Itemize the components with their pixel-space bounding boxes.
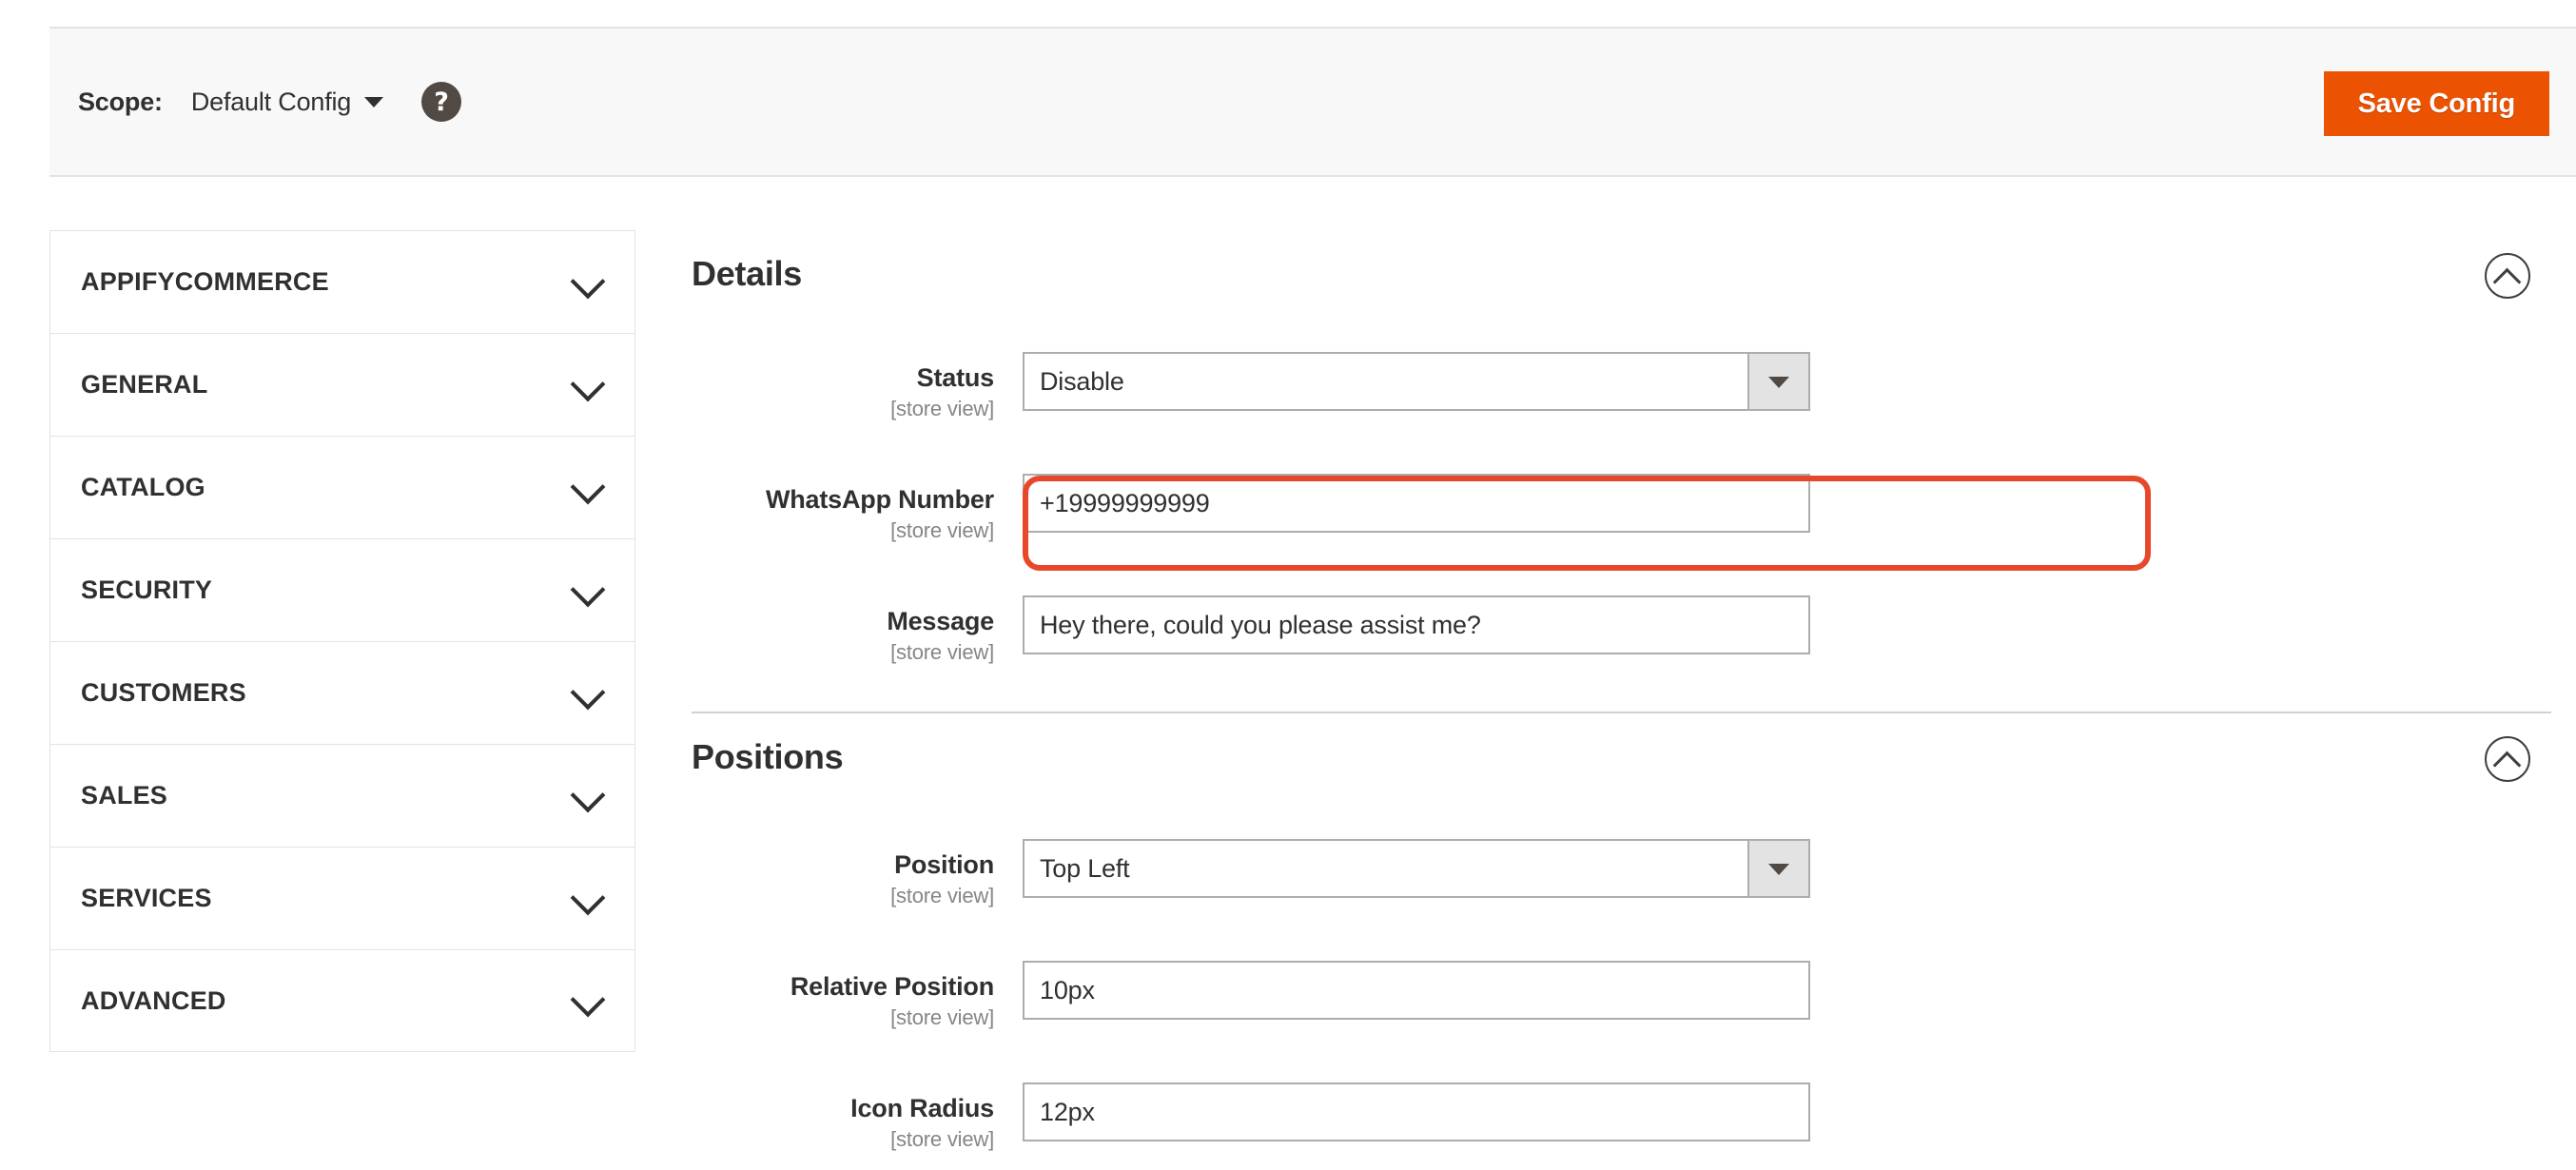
sidebar-item-security[interactable]: SECURITY: [49, 538, 635, 641]
help-icon[interactable]: ?: [421, 82, 462, 122]
section-details-header: Details: [692, 230, 2551, 318]
field-scope-note: [store view]: [890, 518, 994, 543]
field-scope-note: [store view]: [890, 884, 994, 908]
field-control: [1023, 961, 1810, 1020]
chevron-down-icon: [570, 469, 606, 504]
field-label-col: Icon Radius [store view]: [692, 1082, 1023, 1152]
field-scope-note: [store view]: [890, 1127, 994, 1152]
whatsapp-number-input[interactable]: [1023, 474, 1810, 533]
chevron-up-circle-icon[interactable]: [2485, 253, 2530, 299]
chevron-down-icon: [570, 366, 606, 401]
section-positions: Positions Position [store view] Top Left: [692, 713, 2551, 1170]
field-control: [1023, 474, 1810, 533]
config-nav-sidebar: APPIFYCOMMERCE GENERAL CATALOG SECURITY …: [49, 230, 635, 1052]
chevron-down-icon: [570, 880, 606, 915]
status-select[interactable]: Disable: [1023, 352, 1810, 411]
chevron-down-icon: [570, 263, 606, 299]
field-row-position: Position [store view] Top Left: [692, 839, 2551, 930]
sidebar-item-customers[interactable]: CUSTOMERS: [49, 641, 635, 744]
chevron-down-icon: [570, 777, 606, 812]
chevron-up-circle-icon[interactable]: [2485, 736, 2530, 782]
config-form: Details Status [store view] Disable What…: [692, 230, 2551, 1170]
sidebar-item-label: SECURITY: [81, 575, 213, 604]
sidebar-item-label: APPIFYCOMMERCE: [81, 267, 329, 296]
field-row-whatsapp-number: WhatsApp Number [store view]: [692, 474, 2551, 565]
chevron-down-icon: [570, 674, 606, 710]
chevron-down-icon: [570, 982, 606, 1018]
field-label: Icon Radius: [850, 1094, 994, 1122]
position-select-value[interactable]: Top Left: [1023, 839, 1810, 898]
relative-position-input[interactable]: [1023, 961, 1810, 1020]
sidebar-item-label: GENERAL: [81, 370, 208, 399]
field-label-col: WhatsApp Number [store view]: [692, 474, 1023, 543]
sidebar-item-general[interactable]: GENERAL: [49, 333, 635, 436]
scope-label: Scope:: [78, 87, 163, 116]
save-config-button[interactable]: Save Config: [2323, 71, 2549, 136]
scope-current-value[interactable]: Default Config: [191, 88, 351, 117]
field-scope-note: [store view]: [890, 640, 994, 665]
field-control: [1023, 595, 1810, 654]
message-input[interactable]: [1023, 595, 1810, 654]
field-label: Status: [916, 363, 995, 392]
field-label-col: Relative Position [store view]: [692, 961, 1023, 1030]
sidebar-item-appifycommerce[interactable]: APPIFYCOMMERCE: [49, 230, 635, 333]
chevron-down-icon[interactable]: [364, 96, 384, 107]
sidebar-item-label: ADVANCED: [81, 985, 226, 1015]
section-title: Positions: [692, 737, 844, 776]
field-control: Disable: [1023, 352, 1810, 411]
field-row-relative-position: Relative Position [store view]: [692, 961, 2551, 1052]
position-select[interactable]: Top Left: [1023, 839, 1810, 898]
sidebar-item-label: CUSTOMERS: [81, 678, 246, 707]
field-row-icon-radius: Icon Radius [store view]: [692, 1082, 2551, 1170]
field-control: Top Left: [1023, 839, 1810, 898]
chevron-down-icon[interactable]: [1747, 839, 1810, 898]
field-label-col: Position [store view]: [692, 839, 1023, 908]
config-page: Scope: Default Config ? Save Config APPI…: [0, 0, 2576, 1170]
field-scope-note: [store view]: [890, 397, 994, 421]
field-row-message: Message [store view]: [692, 595, 2551, 687]
field-label: Message: [887, 607, 994, 635]
field-label: WhatsApp Number: [765, 485, 994, 514]
field-scope-note: [store view]: [890, 1005, 994, 1030]
sidebar-item-sales[interactable]: SALES: [49, 744, 635, 847]
section-positions-header: Positions: [692, 713, 2551, 801]
section-title: Details: [692, 254, 802, 293]
page-actions-bar: Scope: Default Config ? Save Config: [49, 27, 2576, 177]
status-select-value[interactable]: Disable: [1023, 352, 1810, 411]
scope-switcher[interactable]: Scope: Default Config ?: [78, 29, 462, 175]
sidebar-item-catalog[interactable]: CATALOG: [49, 436, 635, 538]
field-control: [1023, 1082, 1810, 1141]
sidebar-item-label: CATALOG: [81, 473, 205, 501]
sidebar-item-services[interactable]: SERVICES: [49, 847, 635, 949]
field-label: Relative Position: [790, 972, 994, 1001]
field-label: Position: [894, 850, 994, 879]
sidebar-item-label: SERVICES: [81, 884, 212, 912]
section-details: Details Status [store view] Disable What…: [692, 230, 2551, 713]
sidebar-item-advanced[interactable]: ADVANCED: [49, 949, 635, 1052]
field-label-col: Status [store view]: [692, 352, 1023, 421]
chevron-down-icon: [570, 572, 606, 607]
field-row-status: Status [store view] Disable: [692, 352, 2551, 443]
icon-radius-input[interactable]: [1023, 1082, 1810, 1141]
field-label-col: Message [store view]: [692, 595, 1023, 665]
sidebar-item-label: SALES: [81, 781, 168, 809]
chevron-down-icon[interactable]: [1747, 352, 1810, 411]
